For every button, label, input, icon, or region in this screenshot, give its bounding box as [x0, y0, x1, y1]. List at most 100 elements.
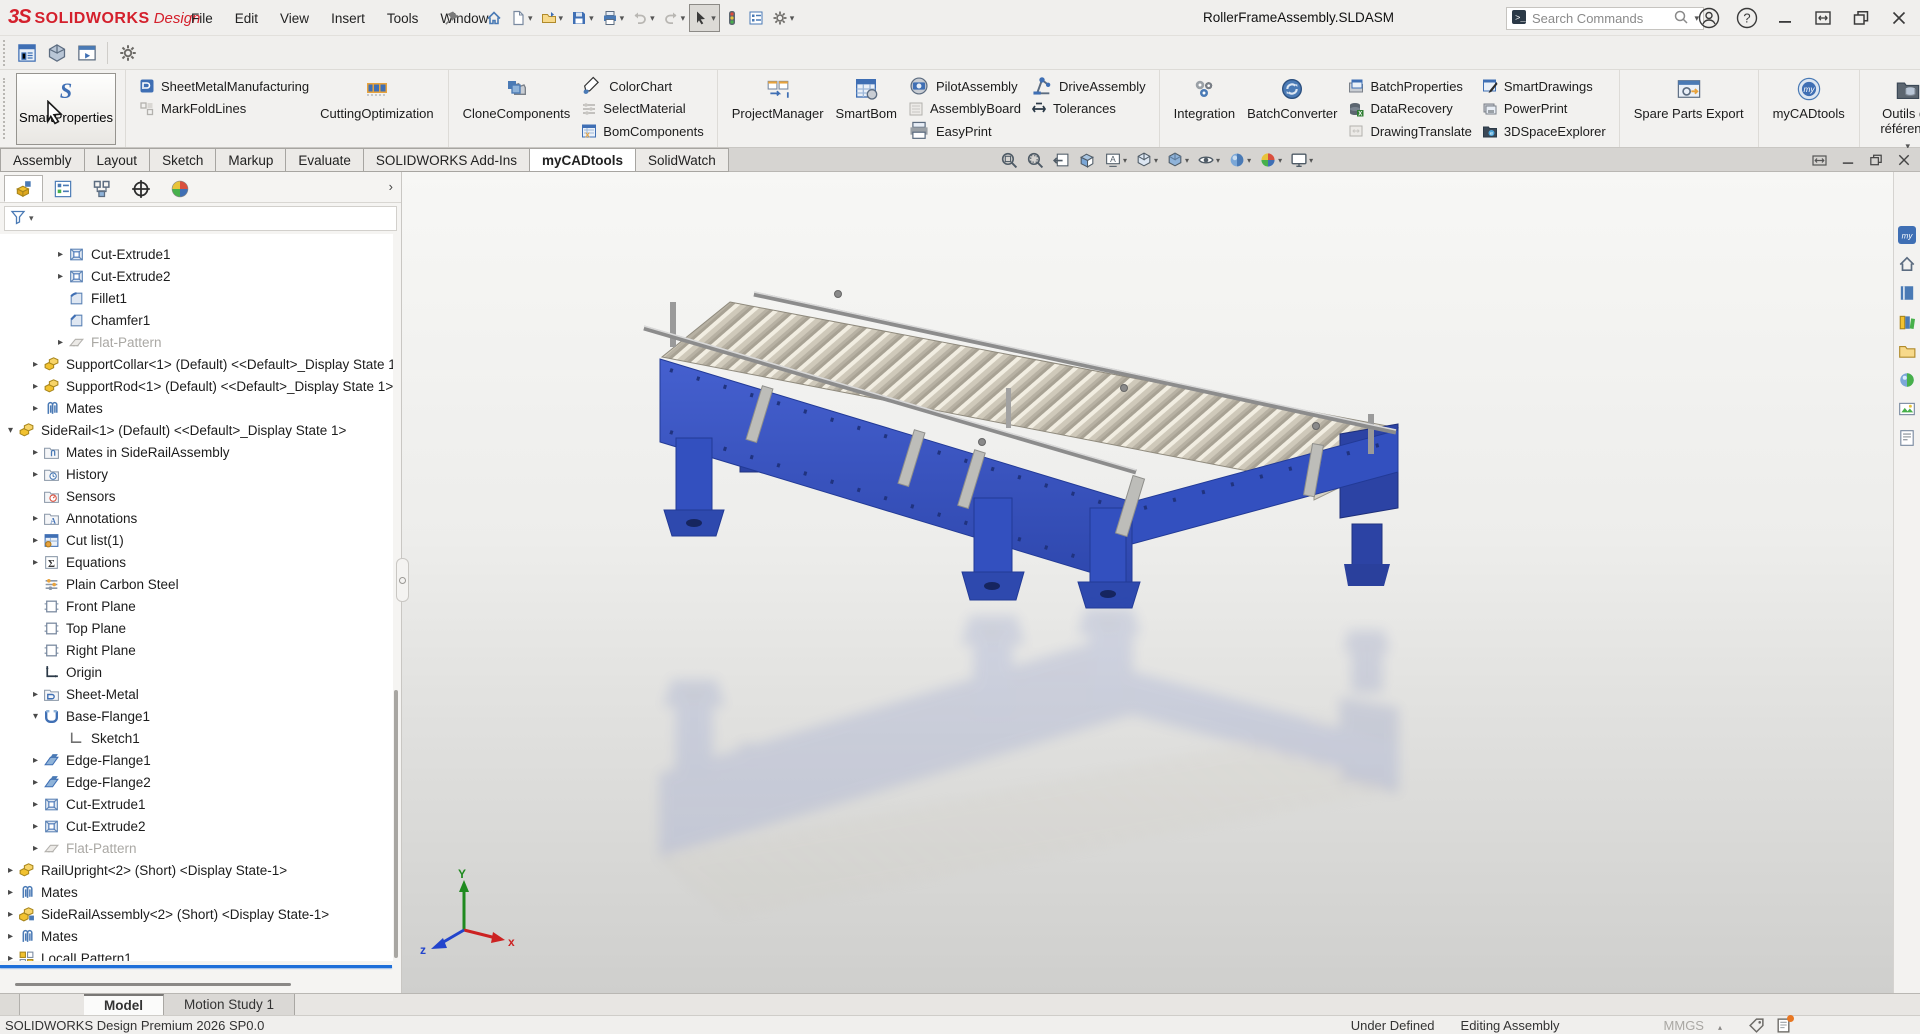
tree-item[interactable]: ▸Cut list(1)	[0, 529, 393, 551]
win-close-button[interactable]	[1896, 152, 1912, 168]
scene-button[interactable]: ▾	[1257, 149, 1284, 171]
expand-arrow[interactable]: ▸	[28, 777, 43, 788]
save-button[interactable]: ▾	[567, 4, 598, 32]
dropdown-caret-icon[interactable]: ▾	[1309, 156, 1313, 165]
dock-arrows-button[interactable]	[1811, 152, 1828, 169]
dropdown-caret-icon[interactable]: ▾	[711, 13, 716, 24]
mycad-viewer-button[interactable]	[42, 39, 72, 67]
tag-icon[interactable]	[1748, 1017, 1765, 1034]
restore-button[interactable]	[1846, 4, 1876, 32]
mycad-panel-button[interactable]	[12, 39, 42, 67]
user-account-button[interactable]	[1694, 4, 1724, 32]
help-button[interactable]: ?	[1732, 4, 1762, 32]
spare-parts-export-button[interactable]: Spare Parts Export	[1629, 72, 1749, 121]
tree-item[interactable]: ▸History	[0, 463, 393, 485]
toolbar-drag-handle[interactable]	[3, 40, 8, 66]
search-commands-box[interactable]: >_ Search Commands ▾	[1506, 7, 1704, 30]
expand-arrow[interactable]: ▸	[28, 359, 43, 370]
expand-arrow[interactable]: ▸	[28, 513, 43, 524]
ribbon-drag-handle[interactable]	[3, 78, 5, 139]
dropdown-caret-icon[interactable]: ▾	[528, 13, 533, 24]
outils-reference-button[interactable]: Outils de référence▾	[1869, 72, 1920, 154]
expand-arrow[interactable]: ▸	[28, 535, 43, 546]
search-icon[interactable]	[1673, 9, 1689, 28]
view-settings-button[interactable]: ▾	[1288, 149, 1315, 171]
expand-arrow[interactable]: ▸	[28, 381, 43, 392]
dropdown-caret-icon[interactable]: ▾	[1123, 156, 1127, 165]
expand-arrow[interactable]: ▸	[53, 249, 68, 260]
tab-solidworks-add-ins[interactable]: SOLIDWORKS Add-Ins	[364, 148, 530, 172]
power-print-button[interactable]: PowerPrint	[1478, 98, 1610, 121]
sheet-tab-motion-study-1[interactable]: Motion Study 1	[164, 994, 295, 1015]
new-doc-button[interactable]: ▾	[506, 4, 537, 32]
open-button[interactable]: ▾	[537, 4, 568, 32]
pane-splitter[interactable]	[0, 994, 20, 1015]
tree-item[interactable]: ▸Edge-Flange2	[0, 771, 393, 793]
menu-file[interactable]: File	[182, 7, 222, 30]
taskpane-resources-button[interactable]	[1896, 282, 1918, 304]
tree-item[interactable]: Chamfer1	[0, 309, 393, 331]
panel-tab-displaymanager[interactable]	[160, 175, 199, 202]
tree-item[interactable]: ▸Flat-Pattern	[0, 837, 393, 859]
close-button[interactable]	[1884, 4, 1914, 32]
tab-layout[interactable]: Layout	[85, 148, 151, 172]
rollback-bar[interactable]	[0, 965, 392, 968]
select-material-button[interactable]: SelectMaterial	[577, 98, 707, 121]
expand-arrow[interactable]: ▸	[3, 931, 18, 942]
project-manager-button[interactable]: ProjectManager	[727, 72, 829, 121]
panel-expand-icon[interactable]: ›	[389, 179, 393, 194]
tree-item[interactable]: ▸Mates	[0, 881, 393, 903]
tree-item[interactable]: ▸Cut-Extrude1	[0, 793, 393, 815]
pin-icon[interactable]	[440, 6, 464, 30]
tree-item[interactable]: ▾SideRail<1> (Default) <<Default>_Displa…	[0, 419, 393, 441]
taskpane-mycad-tab-button[interactable]: my	[1896, 224, 1918, 246]
taskpane-custom-properties-button[interactable]	[1896, 427, 1918, 449]
mark-fold-lines-button[interactable]: MarkFoldLines	[135, 98, 313, 121]
panel-tab-featuremanager[interactable]	[4, 175, 43, 202]
dropdown-caret-icon[interactable]: ▾	[681, 13, 686, 24]
tree-item[interactable]: ▸AAnnotations	[0, 507, 393, 529]
tree-item[interactable]: ▸Mates	[0, 397, 393, 419]
tree-item[interactable]: ▸Cut-Extrude2	[0, 265, 393, 287]
tree-item[interactable]: Sketch1	[0, 727, 393, 749]
pin-icon[interactable]	[444, 10, 460, 26]
sheet-metal-manufacturing-button[interactable]: SheetMetalManufacturing	[135, 75, 313, 98]
section-view-button[interactable]	[1076, 149, 1098, 171]
drawing-translate-button[interactable]: DrawingTranslate	[1344, 120, 1475, 143]
expand-arrow[interactable]: ▸	[53, 337, 68, 348]
tree-item[interactable]: ▸Cut-Extrude2	[0, 815, 393, 837]
dropdown-caret-icon[interactable]: ▾	[1185, 156, 1189, 165]
dropdown-caret-icon[interactable]: ▾	[589, 13, 594, 24]
dropdown-caret-icon[interactable]: ▾	[1216, 156, 1220, 165]
display-style-button[interactable]: ▾	[1164, 149, 1191, 171]
sheet-tab-model[interactable]: Model	[84, 994, 164, 1015]
tree-item[interactable]: ▸RailUpright<2> (Short) <Display State-1…	[0, 859, 393, 881]
batch-converter-button[interactable]: BatchConverter	[1242, 72, 1342, 121]
tab-solidwatch[interactable]: SolidWatch	[636, 148, 729, 172]
taskpane-design-library-button[interactable]	[1896, 311, 1918, 333]
space-explorer-button[interactable]: e3DSpaceExplorer	[1478, 120, 1610, 143]
menu-tools[interactable]: Tools	[378, 7, 428, 30]
hide-show-button[interactable]: ▾	[1195, 149, 1222, 171]
smart-bom-button[interactable]: SmartBom	[831, 72, 902, 121]
expand-arrow[interactable]: ▸	[3, 887, 18, 898]
graphics-viewport[interactable]: Y x z	[402, 172, 1893, 993]
cutting-optimization-button[interactable]: CuttingOptimization	[315, 72, 438, 121]
tree-filter[interactable]: ▾	[4, 206, 397, 231]
zoom-area-button[interactable]	[1024, 149, 1046, 171]
expand-arrow[interactable]: ▸	[28, 843, 43, 854]
tree-item[interactable]: ▸ΣEquations	[0, 551, 393, 573]
dropdown-caret-icon[interactable]: ▾	[790, 13, 795, 24]
expand-arrow[interactable]: ▸	[28, 821, 43, 832]
expand-arrow[interactable]: ▸	[3, 909, 18, 920]
view-orientation-button[interactable]: ▾	[1133, 149, 1160, 171]
win-minimize-button[interactable]	[1840, 152, 1856, 168]
tree-item[interactable]: ▸Mates	[0, 925, 393, 947]
previous-view-button[interactable]	[1050, 149, 1072, 171]
expand-panes-button[interactable]	[1808, 4, 1838, 32]
mycad-macro-button[interactable]	[72, 39, 102, 67]
expand-arrow[interactable]: ▸	[3, 953, 18, 962]
panel-splitter-handle[interactable]	[15, 983, 291, 986]
expand-arrow[interactable]: ▸	[28, 755, 43, 766]
win-restore-button[interactable]	[1868, 152, 1884, 168]
